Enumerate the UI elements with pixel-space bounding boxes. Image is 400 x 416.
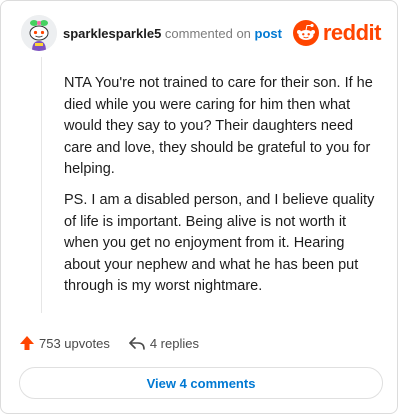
reddit-wordmark: reddit (322, 20, 382, 45)
view-comments-button[interactable]: View 4 comments (19, 367, 383, 399)
reddit-snoo-icon (292, 20, 319, 46)
post-link[interactable]: post (255, 26, 282, 41)
upvote-count: 753 upvotes (39, 335, 110, 351)
comment-paragraph-2: PS. I am a disabled person, and I believ… (64, 192, 375, 294)
comment-header: sparklesparkle5 commented on post reddit (21, 15, 382, 55)
comment-meta: sparklesparkle5 commented on post (63, 26, 282, 41)
comment-card: sparklesparkle5 commented on post reddit… (0, 0, 398, 414)
username-link[interactable]: sparklesparkle5 (63, 26, 161, 41)
avatar-snoo-icon (21, 15, 57, 51)
comment-paragraph-1: NTA You're not trained to care for their… (64, 75, 373, 177)
comment-body: NTA You're not trained to care for their… (41, 57, 378, 313)
commented-on-label: commented on (164, 26, 251, 41)
reply-arrow-icon[interactable] (128, 335, 146, 351)
reply-stat[interactable]: 4 replies (128, 335, 199, 351)
upvote-arrow-icon[interactable] (19, 335, 35, 351)
avatar[interactable] (21, 15, 57, 51)
reply-count: 4 replies (149, 335, 199, 351)
upvote-stat[interactable]: 753 upvotes (19, 335, 110, 351)
comment-footer: 753 upvotes 4 replies (19, 333, 199, 353)
reddit-logo[interactable]: reddit (292, 20, 382, 46)
